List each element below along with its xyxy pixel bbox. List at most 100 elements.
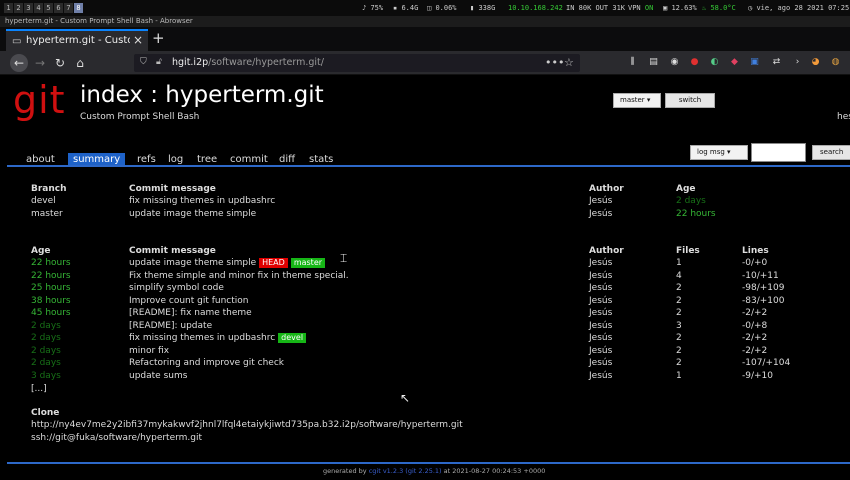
- commit-message-cell: [README]: fix name theme: [129, 307, 252, 319]
- temperature-indicator: ♨ 58.0°C: [702, 4, 736, 12]
- workspace-6[interactable]: 6: [54, 3, 63, 13]
- commit-author: Jesús: [589, 283, 613, 293]
- clone-url-http[interactable]: http://ny4ev7me2y2ibfi37mykakwvf2jhnl7lf…: [31, 420, 463, 430]
- window-title: hyperterm.git - Custom Prompt Shell Bash…: [0, 16, 850, 27]
- shield-icon[interactable]: ⛉: [140, 57, 147, 67]
- commit-message-link[interactable]: Refactoring and improve git check: [129, 358, 284, 368]
- workspace-1[interactable]: 1: [4, 3, 13, 13]
- clock: ◷ vie, ago 28 2021 07:25: [748, 4, 850, 12]
- commit-age: 38 hours: [31, 295, 71, 306]
- branch-select[interactable]: master ▾: [613, 93, 661, 108]
- commit-files: 2: [676, 295, 682, 306]
- commit-message-link[interactable]: Improve count git function: [129, 296, 249, 306]
- browser-tab-active[interactable]: ▭ hyperterm.git - Custom Prompt Shell Ba…: [6, 29, 148, 51]
- branch-badge[interactable]: devel: [278, 333, 307, 343]
- vpn-indicator: VPN ON: [628, 4, 654, 12]
- commit-author: Jesús: [589, 258, 613, 268]
- git-version-link[interactable]: (git 2.25.1): [405, 467, 441, 475]
- workspace-5[interactable]: 5: [44, 3, 53, 13]
- branch-badge[interactable]: master: [290, 258, 326, 268]
- back-arrow-icon[interactable]: ←: [10, 54, 28, 72]
- search-type-select[interactable]: log msg ▾: [690, 145, 748, 160]
- commit-lines: -83/+100: [742, 295, 785, 306]
- clone-url-ssh[interactable]: ssh://git@fuka/software/hyperterm.git: [31, 433, 202, 443]
- ellipsis-icon[interactable]: •••: [545, 56, 564, 69]
- workspace-2[interactable]: 2: [14, 3, 23, 13]
- commit-lines: -0/+0: [742, 258, 768, 268]
- workspace-4[interactable]: 4: [34, 3, 43, 13]
- head-badge[interactable]: HEAD: [259, 258, 288, 268]
- commit-message-link[interactable]: Fix theme simple and minor fix in theme …: [129, 271, 349, 281]
- commit-author: Jesús: [589, 358, 613, 368]
- commit-lines: -10/+11: [742, 270, 779, 281]
- switch-button[interactable]: switch: [665, 93, 715, 108]
- commit-message-link[interactable]: update sums: [129, 371, 187, 381]
- commit-age: 2 days: [31, 333, 61, 343]
- reload-icon[interactable]: ↻: [51, 54, 69, 72]
- chevron-down-icon: ▾: [727, 148, 731, 156]
- workspace-8[interactable]: 8: [74, 3, 83, 13]
- commit-message-cell: Refactoring and improve git check: [129, 357, 284, 369]
- branch-commit-message-link[interactable]: update image theme simple: [129, 208, 256, 220]
- commit-message-link[interactable]: minor fix: [129, 346, 169, 356]
- commit-author: Jesús: [589, 308, 613, 318]
- more-commits-link[interactable]: [...]: [31, 383, 47, 395]
- page-title[interactable]: index : hyperterm.git: [80, 82, 324, 108]
- tab-strip: ▭ hyperterm.git - Custom Prompt Shell Ba…: [0, 27, 850, 51]
- commit-age: 22 hours: [31, 258, 71, 268]
- commit-message-link[interactable]: update image theme simple: [129, 258, 256, 268]
- account-icon[interactable]: ◉: [669, 57, 680, 68]
- commit-message-link[interactable]: fix missing themes in updbashrc: [129, 333, 275, 343]
- branch-commit-message-link[interactable]: fix missing themes in updbashrc: [129, 195, 275, 207]
- record-icon[interactable]: ●: [689, 57, 700, 68]
- owner-label[interactable]: hes: [837, 112, 850, 122]
- url-text[interactable]: hgit.i2p/software/hyperterm.git/: [172, 57, 324, 68]
- column-header-files: Files: [676, 246, 700, 256]
- new-tab-icon[interactable]: +: [152, 29, 165, 47]
- cgit-version-link[interactable]: cgit v1.2.3: [369, 467, 404, 475]
- commit-age: 3 days: [31, 370, 61, 381]
- sidebar-icon[interactable]: ▤: [648, 57, 659, 68]
- extension-badge-icon[interactable]: ◆: [729, 57, 740, 68]
- address-bar[interactable]: ⛉ 🔓︎ hgit.i2p/software/hyperterm.git/ ••…: [134, 54, 580, 72]
- translate-icon[interactable]: ⇄: [771, 57, 782, 68]
- commit-files: 2: [676, 358, 682, 368]
- overflow-chevron-icon[interactable]: ›: [792, 57, 803, 68]
- commit-message-link[interactable]: [README]: update: [129, 321, 212, 331]
- star-icon[interactable]: ☆: [564, 56, 574, 69]
- commit-message-link[interactable]: simplify symbol code: [129, 283, 224, 293]
- cgit-page: git index : hyperterm.git Custom Prompt …: [7, 76, 850, 480]
- search-button[interactable]: search: [812, 145, 850, 160]
- workspace-7[interactable]: 7: [64, 3, 73, 13]
- commit-author: Jesús: [589, 333, 613, 343]
- column-header-branch: Branch: [31, 184, 67, 194]
- addon-icon[interactable]: ◐: [709, 57, 720, 68]
- fox-icon[interactable]: ◕: [810, 57, 821, 68]
- close-tab-icon[interactable]: ×: [133, 33, 143, 47]
- commit-author: Jesús: [589, 370, 613, 381]
- workspace-3[interactable]: 3: [24, 3, 33, 13]
- commit-message-cell: Fix theme simple and minor fix in theme …: [129, 270, 349, 282]
- branch-age: 22 hours: [676, 208, 716, 219]
- branch-age: 2 days: [676, 196, 706, 206]
- cgit-logo[interactable]: git: [13, 80, 66, 120]
- column-header-age: Age: [31, 246, 51, 256]
- navigation-toolbar: ← → ↻ ⌂ ⛉ 🔓︎ hgit.i2p/software/hyperterm…: [0, 51, 850, 75]
- commit-message-cell: [README]: update: [129, 320, 212, 332]
- forward-arrow-icon[interactable]: →: [31, 54, 49, 72]
- commit-files: 1: [676, 370, 682, 381]
- commit-author: Jesús: [589, 270, 613, 281]
- library-icon[interactable]: ⫼: [627, 57, 638, 68]
- home-icon[interactable]: ⌂: [71, 54, 89, 72]
- commit-lines: -107/+104: [742, 358, 791, 368]
- repo-description: Custom Prompt Shell Bash: [80, 112, 200, 122]
- branch-name-link[interactable]: master: [31, 208, 63, 220]
- commit-files: 1: [676, 258, 682, 268]
- commit-message-link[interactable]: [README]: fix name theme: [129, 308, 252, 318]
- commit-files: 2: [676, 333, 682, 343]
- search-input[interactable]: [751, 143, 806, 162]
- insecure-lock-icon[interactable]: 🔓︎: [156, 57, 162, 67]
- puzzle-icon[interactable]: ▣: [749, 57, 760, 68]
- branch-name-link[interactable]: devel: [31, 195, 56, 207]
- cookie-icon[interactable]: ◍: [830, 57, 841, 68]
